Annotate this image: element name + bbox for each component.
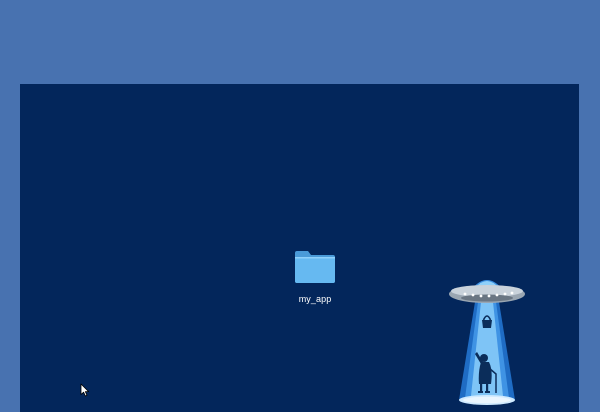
ufo-abduction-icon: [445, 274, 529, 412]
arrow-cursor-icon: [80, 383, 90, 397]
folder-label[interactable]: my_app: [275, 293, 355, 305]
folder-icon[interactable]: [293, 248, 337, 284]
